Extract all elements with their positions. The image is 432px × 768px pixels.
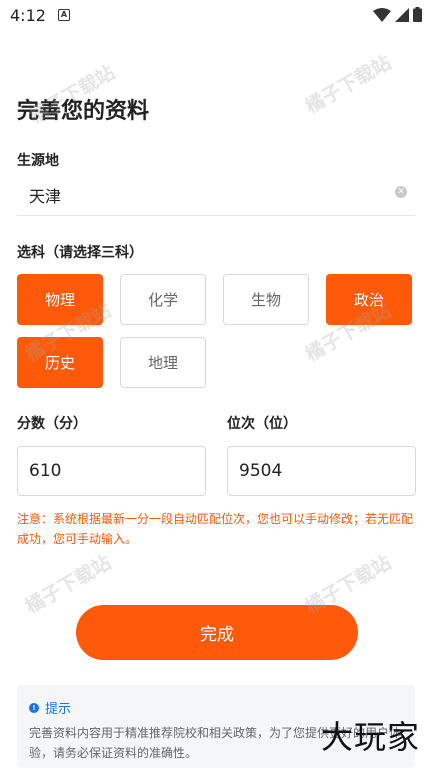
wifi-icon [373, 7, 391, 22]
rank-label: 位次（位） [227, 416, 297, 432]
done-label: 完成 [200, 625, 234, 645]
tip-header: ! 提示 [29, 698, 71, 717]
status-bar: 4:12 A [0, 0, 432, 30]
score-input[interactable]: 610 [17, 446, 206, 496]
subject-option[interactable]: 化学 [120, 274, 206, 325]
subject-label: 化学 [147, 291, 178, 309]
status-time: 4:12 [10, 5, 46, 25]
info-icon: ! [29, 702, 39, 713]
subjects-label: 选科（请选择三科） [17, 245, 143, 261]
rank-input[interactable]: 9504 [227, 446, 416, 496]
rank-value: 9504 [239, 461, 283, 481]
brand-logo: 大玩家 [320, 718, 420, 756]
subject-option[interactable]: 生物 [223, 274, 309, 325]
subject-label: 地理 [147, 354, 178, 372]
clear-icon[interactable]: ✕ [395, 186, 407, 198]
tip-title: 提示 [45, 702, 72, 717]
score-value: 610 [29, 461, 62, 481]
signal-icon [395, 7, 409, 22]
status-icons [373, 7, 422, 22]
notice-text: 注意：系统根据最新一分一段自动匹配位次，您也可以手动修改；若无匹配成功，您可手动… [17, 512, 414, 546]
origin-label: 生源地 [17, 153, 59, 169]
origin-field[interactable]: 天津 ✕ [17, 172, 415, 216]
subject-label: 生物 [250, 291, 281, 309]
score-label: 分数（分） [17, 416, 87, 432]
subject-label: 物理 [44, 291, 75, 309]
origin-value: 天津 [29, 187, 62, 206]
notification-icon: A [57, 9, 70, 21]
watermark: 橘子下载站 [301, 51, 395, 119]
watermark: 橘子下载站 [301, 551, 395, 619]
battery-icon [413, 7, 422, 22]
subject-option[interactable]: 地理 [120, 337, 206, 388]
